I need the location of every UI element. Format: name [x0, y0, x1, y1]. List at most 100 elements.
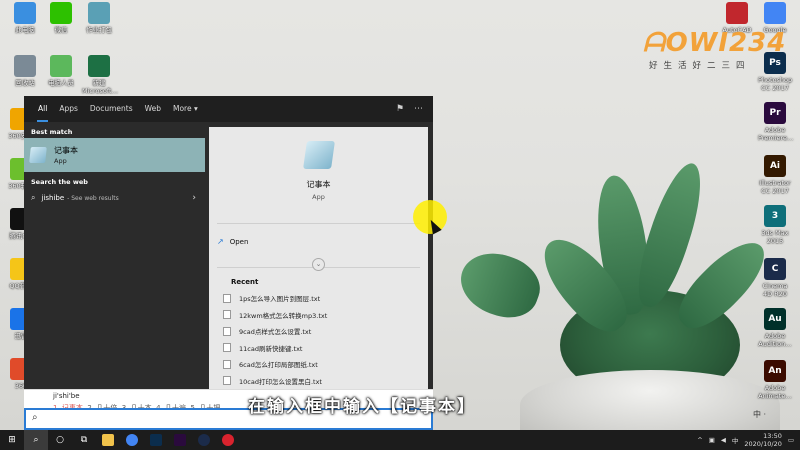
web-hint: - See web results: [67, 194, 119, 202]
start-button[interactable]: ⊞: [0, 430, 24, 450]
tab-more[interactable]: More ▾: [167, 96, 204, 122]
desktop-icon[interactable]: 3 3ds Max 2015: [758, 205, 792, 245]
recent-file-item[interactable]: 1ps怎么导入图片到图层.txt: [223, 290, 428, 307]
tab-web[interactable]: Web: [139, 96, 167, 122]
best-match-subtitle: App: [54, 157, 67, 165]
open-icon: ↗: [217, 237, 224, 246]
expand-chevron-icon[interactable]: ⌄: [312, 258, 325, 271]
watermark-tagline: 好生活好二三四: [649, 61, 751, 71]
desktop-icon[interactable]: An Adobe Animate…: [758, 360, 792, 400]
desktop-icon[interactable]: Ai Illustrator CC 2017: [758, 155, 792, 195]
clock-time: 13:50: [763, 432, 782, 440]
web-query: jishibe: [41, 194, 65, 202]
app-icon: [726, 2, 748, 24]
taskbar-search-button[interactable]: ⌕: [24, 430, 48, 450]
desktop-icon[interactable]: Pr Adobe Premiere…: [758, 102, 794, 142]
network-icon[interactable]: ▣: [709, 436, 715, 444]
options-icon[interactable]: ⋯: [414, 104, 423, 114]
app-icon: Au: [764, 308, 786, 330]
taskbar-chrome-icon[interactable]: [120, 430, 144, 450]
text-file-icon: [223, 359, 231, 369]
notepad-large-icon: [302, 141, 335, 169]
ime-indicator[interactable]: 中 ·: [753, 409, 766, 420]
watermark-logo: ᗩOWI234: [643, 28, 787, 58]
system-tray: ^ ▣ ◀ 中 13:50 2020/10/20 ▭: [697, 432, 800, 448]
desktop-icon-label: Illustrator CC 2017: [759, 179, 791, 195]
app-icon: [764, 2, 786, 24]
recent-file-item[interactable]: 12kwm格式怎么转换mp3.txt: [223, 307, 428, 324]
desktop-icon[interactable]: 此电脑: [8, 2, 42, 34]
watermark: ᗩOWI234 好生活好二三四: [643, 28, 793, 71]
taskbar-photoshop-icon[interactable]: [144, 430, 168, 450]
ime-tray-icon[interactable]: 中: [732, 435, 739, 445]
desktop-icon[interactable]: C Cinema 4D R20: [758, 258, 792, 298]
volume-icon[interactable]: ◀: [721, 436, 726, 444]
search-tabs: All Apps Documents Web More ▾ ⚑ ⋯: [24, 96, 433, 122]
best-match-item[interactable]: 记事本 App: [24, 138, 205, 172]
desktop-icon-label: 电脑人员: [48, 79, 74, 87]
recent-file-item[interactable]: 11cad刷新快捷键.txt: [223, 340, 428, 357]
tray-chevron-icon[interactable]: ^: [697, 436, 702, 444]
chevron-right-icon[interactable]: ›: [192, 193, 196, 203]
search-web-heading: Search the web: [31, 178, 88, 186]
recent-file-name: 9cad点样式怎么设置.txt: [239, 328, 312, 337]
tab-all[interactable]: All: [32, 96, 53, 122]
desktop-icon-label: 新建 Microsoft…: [82, 79, 119, 95]
wallpaper-pot: [520, 370, 780, 430]
detail-subtitle: App: [312, 193, 325, 201]
app-icon: [14, 2, 36, 24]
video-subtitle: 在输入框中输入【记事本】: [248, 397, 476, 417]
taskbar-cinema4d-icon[interactable]: [192, 430, 216, 450]
detail-title: 记事本: [306, 180, 331, 189]
clock-date: 2020/10/20: [744, 440, 782, 448]
recent-file-item[interactable]: 6cad怎么打印局部图纸.txt: [223, 356, 428, 373]
desktop-icon-label: 回收站: [15, 79, 35, 87]
desktop-icon[interactable]: 新建 Microsoft…: [82, 55, 119, 95]
notifications-icon[interactable]: ▭: [788, 436, 794, 444]
desktop-icon[interactable]: 电脑人员: [44, 55, 78, 87]
open-action[interactable]: ↗ Open: [217, 223, 420, 251]
clock[interactable]: 13:50 2020/10/20: [744, 432, 781, 448]
feedback-icon[interactable]: ⚑: [396, 104, 404, 114]
desktop-icon[interactable]: 作业打包: [82, 2, 116, 34]
desktop-icon[interactable]: 微信: [44, 2, 78, 34]
best-match-heading: Best match: [31, 128, 73, 136]
taskbar-premiere-icon[interactable]: [168, 430, 192, 450]
tab-apps[interactable]: Apps: [53, 96, 84, 122]
recent-file-name: 12kwm格式怎么转换mp3.txt: [239, 311, 328, 320]
taskbar: ⊞ ⌕ ○ ⧉ ^ ▣ ◀ 中 13:50 2020/10/20 ▭: [0, 430, 800, 450]
app-icon: C: [764, 258, 786, 280]
app-icon: [88, 2, 110, 24]
desktop-icon-label: 微信: [54, 26, 68, 34]
recent-file-name: 11cad刷新快捷键.txt: [239, 344, 303, 353]
desktop-icon-label: Photoshop CC 2017: [758, 76, 793, 92]
desktop-icon-label: Adobe Audition…: [758, 332, 792, 348]
detail-pane: 记事本 App ↗ Open ⌄ Recent 1ps怎么导入图片到图层.txt…: [209, 127, 428, 414]
recent-file-name: 10cad打印怎么设置黑白.txt: [239, 377, 322, 386]
recent-file-item[interactable]: 9cad点样式怎么设置.txt: [223, 323, 428, 340]
open-label: Open: [229, 237, 249, 246]
app-icon: 3: [764, 205, 786, 227]
text-file-icon: [223, 293, 231, 303]
app-icon: [50, 2, 72, 24]
desktop-icon-label: 此电脑: [15, 26, 35, 34]
task-view-icon[interactable]: ⧉: [72, 430, 96, 450]
text-file-icon: [223, 376, 231, 386]
web-result-item[interactable]: ⌕ jishibe - See web results ›: [24, 188, 205, 208]
start-menu: All Apps Documents Web More ▾ ⚑ ⋯ Best m…: [24, 96, 433, 430]
desktop-icon-label: 作业打包: [86, 26, 112, 34]
ime-composition: ji'shi'be: [53, 392, 80, 400]
recent-file-item[interactable]: 10cad打印怎么设置黑白.txt: [223, 373, 428, 390]
desktop-icon[interactable]: Au Adobe Audition…: [758, 308, 792, 348]
cortana-icon[interactable]: ○: [48, 430, 72, 450]
desktop-icon[interactable]: 回收站: [8, 55, 42, 87]
desktop-icon-label: Adobe Premiere…: [758, 126, 794, 142]
desktop-icon-label: 3ds Max 2015: [761, 229, 789, 245]
taskbar-recorder-icon[interactable]: [216, 430, 240, 450]
taskbar-file-explorer-icon[interactable]: [96, 430, 120, 450]
wallpaper-leaf: [452, 243, 548, 327]
text-file-icon: [223, 343, 231, 353]
tab-documents[interactable]: Documents: [84, 96, 139, 122]
app-icon: Pr: [764, 102, 786, 124]
desktop-icon-label: Cinema 4D R20: [762, 282, 788, 298]
